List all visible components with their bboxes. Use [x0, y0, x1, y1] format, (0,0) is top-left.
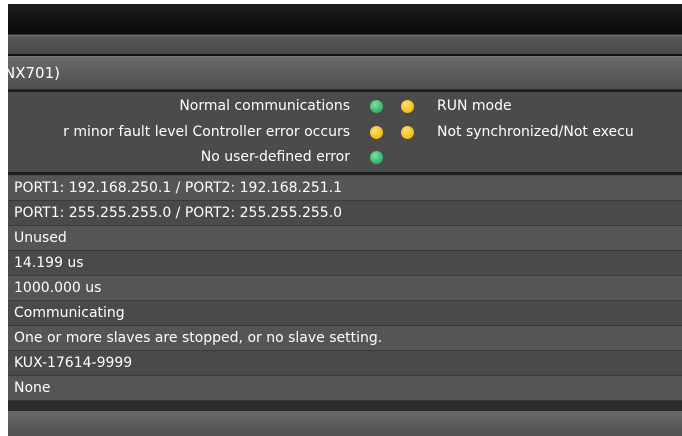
status-indicators: Normal communications RUN mode r minor f… — [8, 92, 682, 172]
status-label: No user-defined error — [200, 149, 350, 165]
value-row-slave-status: One or more slaves are stopped, or no sl… — [8, 326, 682, 351]
user-error-status-icon — [370, 151, 383, 164]
property-value-list: PORT1: 192.168.250.1 / PORT2: 192.168.25… — [8, 176, 682, 401]
value-row-time: 14.199 us — [8, 251, 682, 276]
status-label: Normal communications — [179, 98, 350, 114]
value-row-cycle-time: 1000.000 us — [8, 276, 682, 301]
value-row-communication-status: Communicating — [8, 301, 682, 326]
status-row-user-error: No user-defined error — [8, 146, 682, 168]
controller-status-panel: NX701) Normal communications RUN mode r … — [8, 4, 682, 436]
bottom-toolbar — [8, 411, 682, 436]
value-row-ip-address: PORT1: 192.168.250.1 / PORT2: 192.168.25… — [8, 176, 682, 201]
value-row-setting: Unused — [8, 226, 682, 251]
controller-error-status-icon — [370, 126, 383, 139]
sync-status-icon — [401, 126, 414, 139]
status-row-communications: Normal communications RUN mode — [8, 95, 682, 117]
communications-status-icon — [370, 100, 383, 113]
value-row-serial-id: KUX-17614-9999 — [8, 351, 682, 376]
run-mode-status-icon — [401, 100, 414, 113]
panel-title: NX701) — [8, 56, 682, 90]
status-right-label: Not synchronized/Not execu — [437, 124, 634, 140]
status-label: r minor fault level Controller error occ… — [63, 124, 350, 140]
value-row-error: None — [8, 376, 682, 401]
divider — [8, 401, 682, 411]
value-row-subnet-mask: PORT1: 255.255.255.0 / PORT2: 255.255.25… — [8, 201, 682, 226]
divider — [8, 172, 682, 175]
sub-toolbar — [8, 35, 682, 54]
toolbar — [8, 4, 682, 35]
status-right-label: RUN mode — [437, 98, 512, 114]
status-row-controller-error: r minor fault level Controller error occ… — [8, 121, 682, 143]
